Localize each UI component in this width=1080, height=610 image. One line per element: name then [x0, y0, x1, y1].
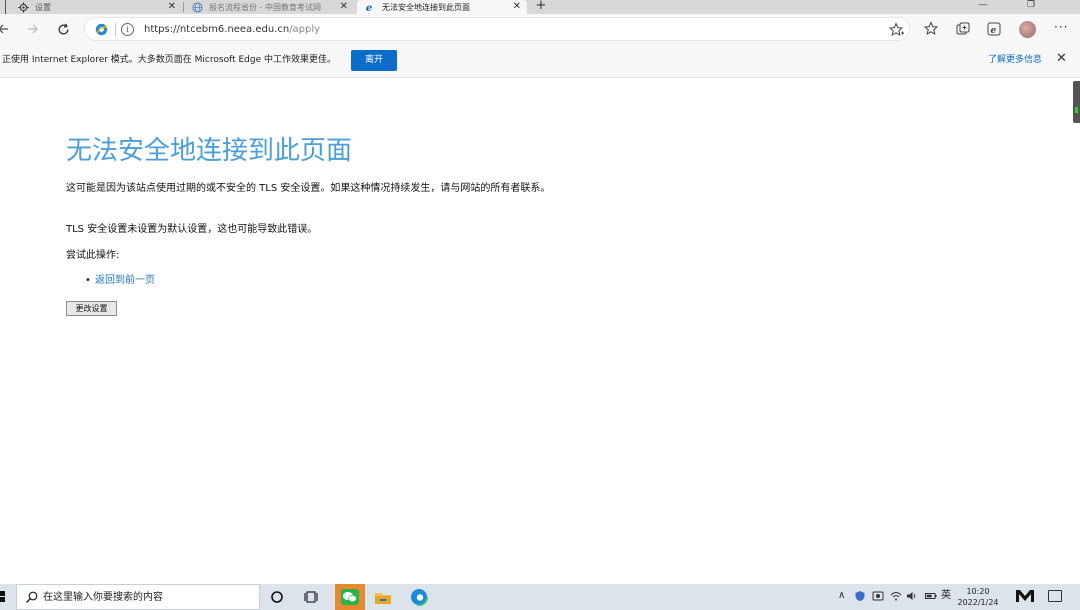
tls-note: TLS 安全设置未设置为默认设置，这也可能导致此错误。	[66, 224, 318, 235]
url-path: /apply	[289, 24, 321, 35]
tab-neea[interactable]: 报名流程省份 - 中国教育考试网 ✕	[186, 0, 354, 14]
start-button[interactable]	[0, 584, 8, 610]
list-item: 返回到前一页	[85, 274, 155, 287]
search-placeholder: 在这里输入你要搜索的内容	[43, 592, 163, 603]
change-settings-button[interactable]: 更改设置	[66, 301, 117, 316]
battery-icon[interactable]	[925, 590, 937, 606]
favorites-icon[interactable]	[923, 21, 939, 37]
address-toolbar: i https://ntcebm6.neea.edu.cn/apply e ··…	[0, 14, 1080, 44]
minimize-button[interactable]: —	[968, 0, 998, 14]
ie-mode-infobar: 正使用 Internet Explorer 模式。大多数页面在 Microsof…	[0, 44, 1080, 78]
forward-button[interactable]	[22, 14, 44, 44]
notification-center-icon[interactable]	[1048, 590, 1062, 602]
edge-icon[interactable]	[408, 586, 430, 608]
globe-icon	[192, 1, 203, 13]
collections-icon[interactable]	[955, 21, 971, 37]
svg-text:e: e	[991, 26, 997, 36]
ie-mode-icon[interactable]	[95, 23, 108, 36]
new-tab-button[interactable]: +	[534, 0, 548, 14]
clock-time: 10:20	[966, 587, 990, 596]
side-scroll-handle[interactable]	[1073, 81, 1080, 123]
tab-title: 无法安全地连接到此页面	[382, 2, 470, 12]
tab-divider	[183, 2, 184, 12]
shield-icon[interactable]	[854, 590, 866, 606]
tab-close-icon[interactable]: ✕	[168, 0, 176, 13]
learn-more-link[interactable]: 了解更多信息	[988, 54, 1042, 67]
back-button[interactable]	[0, 14, 14, 44]
task-view-icon[interactable]	[301, 586, 323, 608]
clock-date: 2022/1/24	[957, 598, 999, 607]
add-favorite-icon[interactable]	[889, 22, 905, 38]
search-icon	[26, 591, 38, 603]
refresh-button[interactable]	[52, 14, 74, 44]
file-explorer-icon[interactable]	[372, 586, 394, 608]
forward-arrow-icon	[28, 24, 38, 34]
go-back-link[interactable]: 返回到前一页	[95, 275, 155, 286]
input-language[interactable]: 英	[941, 590, 951, 602]
tab-close-icon[interactable]: ✕	[340, 0, 348, 13]
wifi-icon[interactable]	[890, 590, 902, 606]
camera-app-icon[interactable]	[872, 590, 884, 606]
suggestion-list: 返回到前一页	[85, 274, 155, 287]
tab-close-icon[interactable]: ✕	[513, 0, 521, 13]
error-description: 这可能是因为该站点使用过期的或不安全的 TLS 安全设置。如果这种情况持续发生，…	[66, 183, 551, 194]
page-content: 无法安全地连接到此页面 这可能是因为该站点使用过期的或不安全的 TLS 安全设置…	[0, 79, 1080, 584]
url-text[interactable]: https://ntcebm6.neea.edu.cn/apply	[144, 22, 320, 37]
refresh-icon	[58, 23, 68, 34]
profile-avatar[interactable]	[1019, 21, 1036, 38]
ie-mode-message: 正使用 Internet Explorer 模式。大多数页面在 Microsof…	[2, 55, 336, 65]
try-heading: 尝试此操作:	[66, 250, 120, 261]
tab-settings[interactable]: 设置 ✕	[0, 0, 182, 14]
more-options-icon[interactable]: ···	[1054, 20, 1068, 34]
tab-strip: 设置 ✕ 报名流程省份 - 中国教育考试网 ✕ e 无法安全地连接到此页面 ✕ …	[0, 0, 1080, 14]
tab-title: 报名流程省份 - 中国教育考试网	[209, 2, 321, 12]
wechat-icon[interactable]	[335, 584, 365, 610]
cortana-icon[interactable]	[266, 586, 288, 608]
omnibox-divider	[115, 23, 116, 36]
svg-text:e: e	[366, 3, 372, 13]
taskbar-search[interactable]: 在这里输入你要搜索的内容	[16, 584, 260, 610]
tray-expand-icon[interactable]: ∧	[838, 590, 845, 602]
address-bar[interactable]: i https://ntcebm6.neea.edu.cn/apply	[84, 17, 910, 41]
page-title: 无法安全地连接到此页面	[66, 136, 353, 166]
taskbar: 在这里输入你要搜索的内容 ∧ 英 10:20 2022/1/24	[0, 584, 1080, 610]
site-info-icon[interactable]: i	[121, 23, 134, 36]
windows-icon	[0, 591, 5, 602]
tab-actions-icon[interactable]	[0, 0, 6, 14]
clock[interactable]: 10:20 2022/1/24	[956, 586, 1000, 608]
url-host: https://ntcebm6.neea.edu.cn	[144, 24, 290, 35]
ie-icon: e	[365, 2, 376, 13]
back-arrow-icon	[0, 24, 8, 34]
ie-mode-toolbar-icon[interactable]: e	[986, 21, 1002, 37]
pen-app-icon[interactable]	[1015, 589, 1035, 607]
leave-ie-mode-button[interactable]: 离开	[351, 50, 397, 71]
volume-icon[interactable]	[906, 590, 918, 606]
close-infobar-icon[interactable]: ✕	[1056, 52, 1067, 66]
gear-icon	[18, 1, 29, 13]
maximize-button[interactable]: ❐	[1016, 0, 1046, 14]
tab-current[interactable]: e 无法安全地连接到此页面 ✕	[357, 0, 527, 14]
tab-title: 设置	[35, 2, 51, 12]
